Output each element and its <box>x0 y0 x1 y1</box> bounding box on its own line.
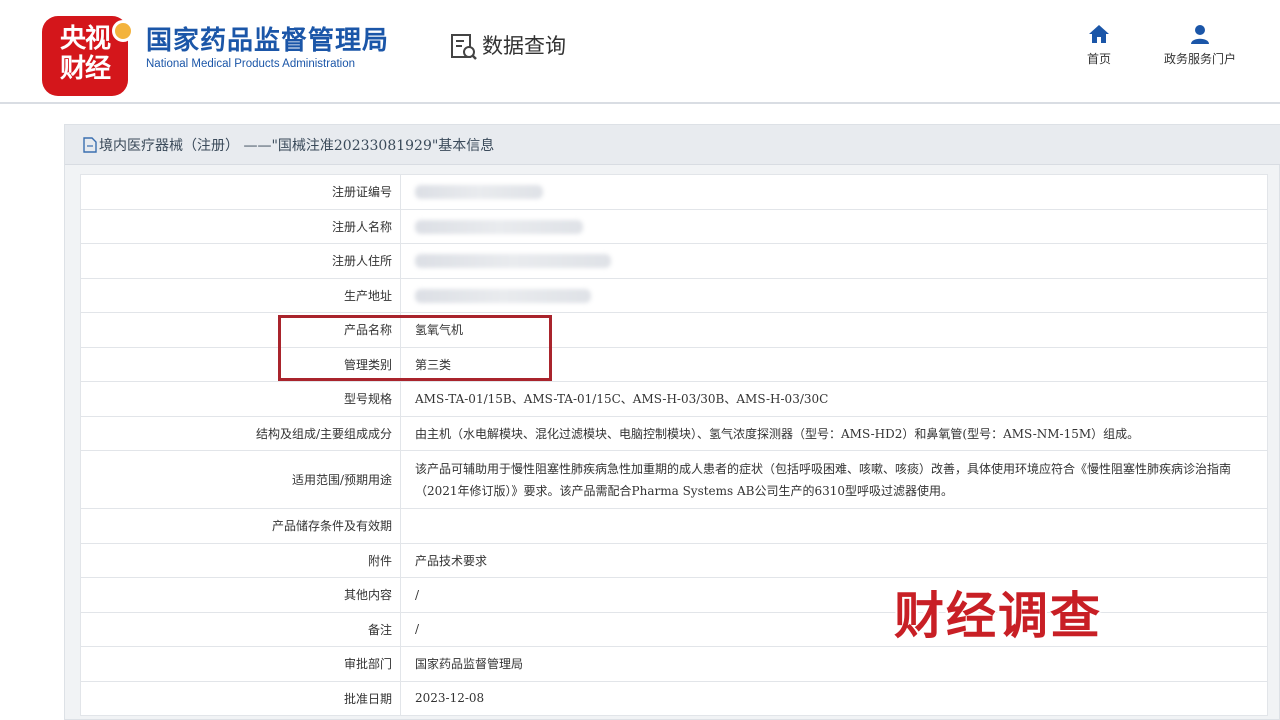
table-row: 批准日期 2023-12-08 <box>80 680 1268 716</box>
highlight-box <box>278 315 552 381</box>
field-label: 生产地址 <box>80 277 401 313</box>
table-row: 注册证编号 <box>80 174 1268 210</box>
table-row: 产品储存条件及有效期 <box>80 508 1268 544</box>
redacted-value <box>415 219 583 234</box>
field-label: 产品储存条件及有效期 <box>80 508 401 544</box>
agency-name-en: National Medical Products Administration <box>146 58 356 70</box>
field-value: 由主机（水电解模块、混化过滤模块、电脑控制模块）、氢气浓度探测器（型号：AMS-… <box>400 415 1268 451</box>
field-label: 注册证编号 <box>80 174 401 210</box>
home-icon <box>1089 25 1109 43</box>
field-value-redacted <box>400 243 1268 279</box>
program-watermark: 财经调查 <box>894 587 1102 645</box>
field-value: 国家药品监督管理局 <box>400 646 1268 682</box>
panel-title: 境内医疗器械（注册） ——"国械注准20233081929"基本信息 <box>99 138 495 154</box>
cctv-finance-logo: 央视财经 <box>42 16 134 96</box>
panel-header: 境内医疗器械（注册） ——"国械注准20233081929"基本信息 <box>65 125 1280 165</box>
field-value: AMS-TA-01/15B、AMS-TA-01/15C、AMS-H-03/30B… <box>400 381 1268 417</box>
redacted-value <box>415 185 543 199</box>
field-value-redacted <box>400 277 1268 313</box>
user-icon <box>1191 25 1209 44</box>
field-label: 附件 <box>80 542 401 578</box>
data-query-icon <box>451 34 477 60</box>
field-value: / <box>400 577 1268 613</box>
table-row: 注册人住所 <box>80 243 1268 279</box>
field-value-redacted <box>400 174 1268 210</box>
table-row: 产品名称 氢氧气机 <box>80 312 1268 348</box>
field-label: 型号规格 <box>80 381 401 417</box>
logo-text: 央视财经 <box>59 24 111 84</box>
field-label: 适用范围/预期用途 <box>80 450 401 509</box>
redacted-value <box>415 254 611 268</box>
site-header: 央视财经 国家药品监督管理局 National Medical Products… <box>0 0 1280 104</box>
field-label: 备注 <box>80 611 401 647</box>
redacted-value <box>415 288 591 303</box>
nav-portal-link[interactable]: 政务服务门户 <box>1150 24 1250 70</box>
field-label: 批准日期 <box>80 680 401 716</box>
field-value: / <box>400 611 1268 647</box>
field-label: 审批部门 <box>80 646 401 682</box>
field-value: 2023-12-08 <box>400 680 1268 716</box>
field-label: 注册人住所 <box>80 243 401 279</box>
table-row: 生产地址 <box>80 277 1268 313</box>
field-value: 该产品可辅助用于慢性阻塞性肺疾病急性加重期的成人患者的症状（包括呼吸困难、咳嗽、… <box>400 450 1268 509</box>
table-row: 适用范围/预期用途 该产品可辅助用于慢性阻塞性肺疾病急性加重期的成人患者的症状（… <box>80 450 1268 509</box>
field-value-redacted <box>400 208 1268 244</box>
table-row: 注册人名称 <box>80 208 1268 244</box>
field-label: 其他内容 <box>80 577 401 613</box>
document-icon <box>83 137 97 153</box>
nav-portal-label: 政务服务门户 <box>1163 52 1236 66</box>
table-row: 附件 产品技术要求 <box>80 542 1268 578</box>
nav-home-label: 首页 <box>1086 52 1111 66</box>
table-row: 审批部门 国家药品监督管理局 <box>80 646 1268 682</box>
table-row: 型号规格 AMS-TA-01/15B、AMS-TA-01/15C、AMS-H-0… <box>80 381 1268 417</box>
section-title: 数据查询 <box>482 34 566 58</box>
field-label: 结构及组成/主要组成成分 <box>80 415 401 451</box>
agency-name-cn[interactable]: 国家药品监督管理局 <box>146 20 389 57</box>
field-value: 产品技术要求 <box>400 542 1268 578</box>
table-row: 管理类别 第三类 <box>80 346 1268 382</box>
nav-home-link[interactable]: 首页 <box>1078 24 1120 70</box>
table-row: 结构及组成/主要组成成分 由主机（水电解模块、混化过滤模块、电脑控制模块）、氢气… <box>80 415 1268 451</box>
field-label: 注册人名称 <box>80 208 401 244</box>
field-value <box>400 508 1268 544</box>
